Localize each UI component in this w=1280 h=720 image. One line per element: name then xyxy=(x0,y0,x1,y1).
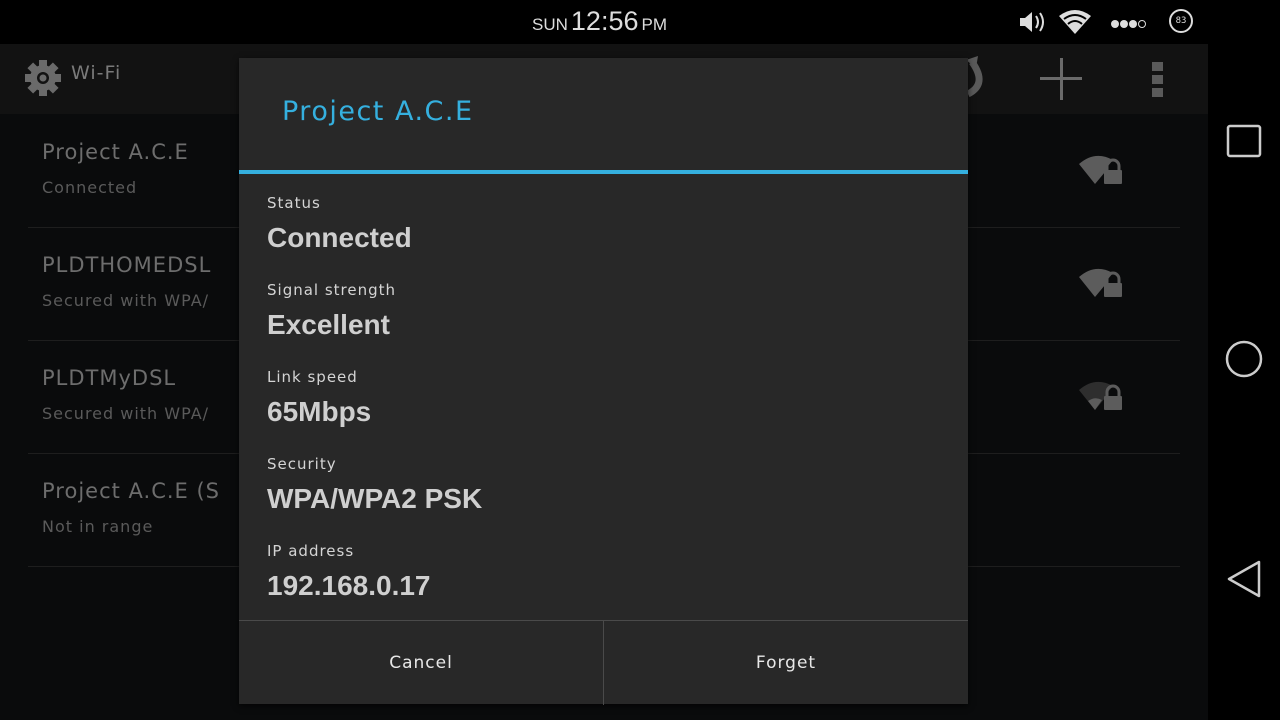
network-status: Secured with WPA/ xyxy=(42,291,210,310)
network-name: Project A.C.E xyxy=(42,140,189,164)
network-name: PLDTMyDSL xyxy=(42,366,177,390)
ip-address-label: IP address xyxy=(267,542,355,560)
wifi-lock-signal-icon xyxy=(1078,265,1124,305)
recent-apps-icon[interactable] xyxy=(1225,124,1263,164)
network-status: Connected xyxy=(42,178,138,197)
status-bar: SUN 12:56 PM 83 xyxy=(0,0,1280,44)
ip-address-value: 192.168.0.17 xyxy=(267,570,431,601)
settings-gear-icon[interactable] xyxy=(24,59,62,101)
overflow-menu-icon[interactable] xyxy=(1150,60,1168,104)
clock-day: SUN xyxy=(532,15,568,34)
forget-button[interactable]: Forget xyxy=(604,621,968,705)
network-name: Project A.C.E (S xyxy=(42,479,221,503)
add-network-icon[interactable] xyxy=(1038,56,1084,106)
dialog-title: Project A.C.E xyxy=(282,96,474,127)
dialog-title-divider xyxy=(239,170,968,174)
action-bar-title: Wi-Fi xyxy=(71,62,122,84)
security-label: Security xyxy=(267,455,337,473)
link-speed-label: Link speed xyxy=(267,368,358,386)
volume-icon xyxy=(1017,8,1047,40)
signal-strength-label: Signal strength xyxy=(267,281,397,299)
status-label: Status xyxy=(267,194,321,212)
cancel-button[interactable]: Cancel xyxy=(239,621,604,705)
wifi-lock-weak-signal-icon xyxy=(1078,378,1124,418)
security-value: WPA/WPA2 PSK xyxy=(267,483,483,514)
cell-signal-icon xyxy=(1110,15,1150,34)
signal-strength-value: Excellent xyxy=(267,309,390,340)
dialog-button-bar: Cancel Forget xyxy=(239,620,968,705)
network-status: Secured with WPA/ xyxy=(42,404,210,423)
status-clock: SUN 12:56 PM xyxy=(532,6,667,37)
network-name: PLDTHOMEDSL xyxy=(42,253,212,277)
clock-ampm: PM xyxy=(641,15,667,34)
navigation-bar xyxy=(1208,44,1280,720)
back-icon[interactable] xyxy=(1225,559,1263,603)
network-details-dialog: Project A.C.E Status Connected Signal st… xyxy=(239,58,968,705)
network-status: Not in range xyxy=(42,517,154,536)
clock-time: 12:56 xyxy=(570,6,639,36)
wifi-lock-signal-icon xyxy=(1078,152,1124,192)
link-speed-value: 65Mbps xyxy=(267,396,372,427)
home-icon[interactable] xyxy=(1225,340,1263,382)
battery-icon: 83 xyxy=(1169,9,1193,33)
status-value: Connected xyxy=(267,222,412,253)
wifi-signal-icon xyxy=(1058,8,1092,40)
